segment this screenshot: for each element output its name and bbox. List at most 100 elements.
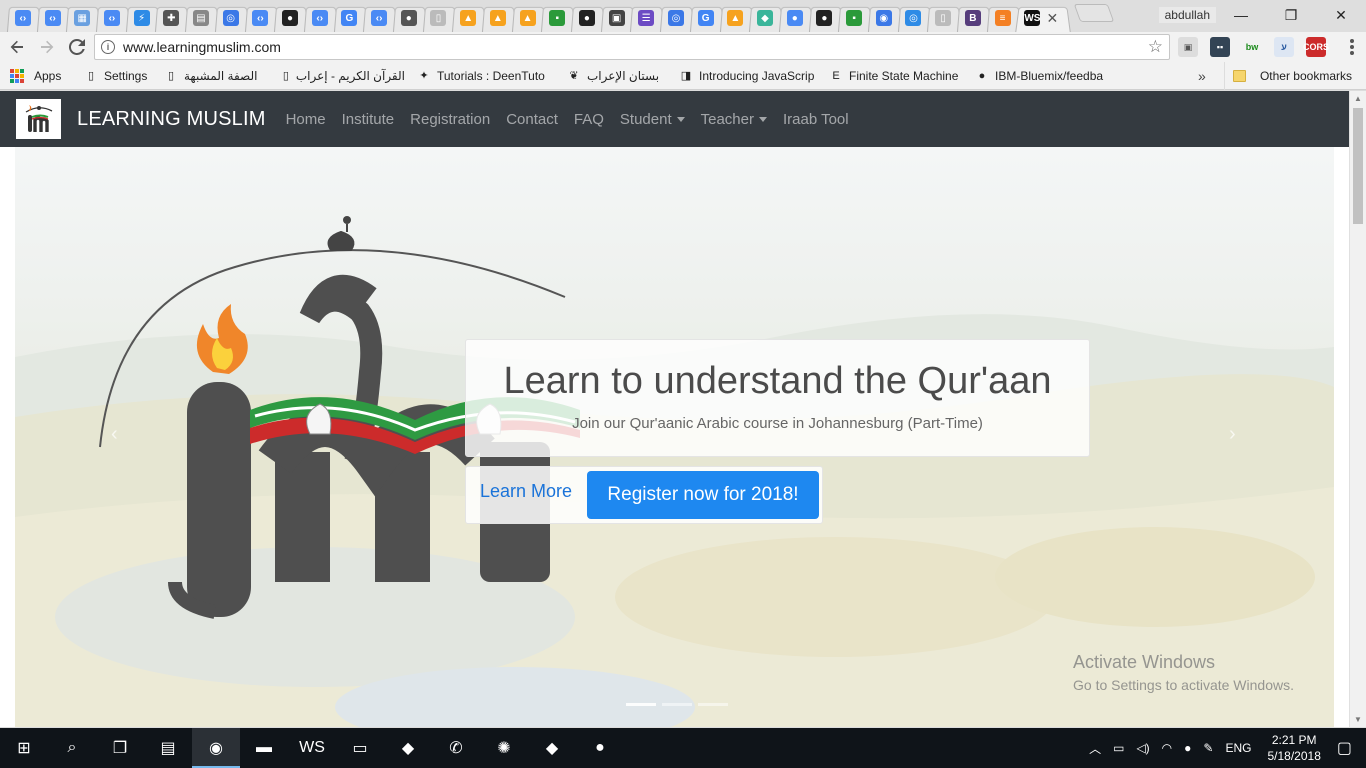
clock[interactable]: 2:21 PM 5/18/2018: [1267, 732, 1320, 764]
bookmark-item[interactable]: ▯ القرآن الكريم - إعراب: [276, 62, 411, 90]
new-tab-button[interactable]: [1074, 4, 1115, 22]
nav-iraab-tool[interactable]: Iraab Tool: [775, 111, 857, 128]
nav-home[interactable]: Home: [278, 111, 334, 128]
bookmarks-overflow-button[interactable]: »: [1198, 68, 1206, 84]
app-tray-icon[interactable]: ●: [1184, 741, 1191, 755]
bookmark-item[interactable]: ▯ الصفة المشبهة: [158, 62, 276, 90]
nav-teacher[interactable]: Teacher: [693, 111, 775, 128]
bookmark-item[interactable]: E Finite State Machine: [823, 62, 969, 90]
browser-tab[interactable]: ▤: [186, 4, 216, 32]
bookmark-item[interactable]: ✦ Tutorials : DeenTuto: [411, 62, 561, 90]
site-info-icon[interactable]: i: [101, 40, 115, 54]
carousel-indicator-2[interactable]: [662, 703, 692, 706]
profile-button[interactable]: abdullah: [1158, 7, 1216, 23]
register-button[interactable]: Register now for 2018!: [587, 471, 819, 519]
extension-icon-1[interactable]: ▣: [1178, 37, 1198, 57]
browser-tab[interactable]: ◎: [216, 4, 246, 32]
browser-tab[interactable]: ‹›: [97, 4, 127, 32]
browser-tab[interactable]: ●: [572, 4, 602, 32]
browser-tab[interactable]: ▦: [67, 4, 97, 32]
site-logo[interactable]: [16, 99, 61, 139]
notifications-icon[interactable]: ▢: [1337, 738, 1352, 758]
browser-tab[interactable]: ‹›: [38, 4, 68, 32]
browser-tab[interactable]: ◆: [750, 4, 780, 32]
control-panel-icon[interactable]: ▤: [144, 728, 192, 768]
browser-tab[interactable]: ▲: [483, 4, 513, 32]
browser-tab[interactable]: ‹›: [364, 4, 394, 32]
bookmark-item[interactable]: ● IBM-Bluemix/feedba: [969, 62, 1111, 90]
close-window-button[interactable]: ✕: [1316, 0, 1366, 30]
page-scrollbar[interactable]: ▲ ▼: [1349, 91, 1366, 727]
bookmark-item[interactable]: ❦ بستان الإعراب: [561, 62, 673, 90]
chrome-icon[interactable]: ◉: [192, 728, 240, 768]
browser-tab[interactable]: ▲: [513, 4, 543, 32]
minimize-button[interactable]: —: [1216, 0, 1266, 30]
start-button[interactable]: ⊞: [0, 728, 48, 768]
pen-icon[interactable]: ✎: [1203, 741, 1213, 755]
bookmark-item[interactable]: Apps: [0, 62, 78, 90]
address-bar[interactable]: i www.learningmuslim.com ☆: [94, 34, 1170, 60]
chrome-menu-icon[interactable]: [1350, 39, 1354, 55]
browser-tab[interactable]: ▪: [542, 4, 572, 32]
bw-extension-icon[interactable]: bw: [1242, 37, 1262, 57]
close-tab-icon[interactable]: ✕: [1044, 10, 1060, 26]
browser-tab[interactable]: ●: [394, 4, 424, 32]
search-icon[interactable]: ⌕: [48, 728, 96, 768]
carousel-prev-button[interactable]: ‹: [111, 423, 118, 446]
browser-tab[interactable]: ✚: [156, 4, 186, 32]
carousel-indicator-1[interactable]: [626, 703, 656, 706]
maximize-button[interactable]: ❐: [1266, 0, 1316, 30]
nav-contact[interactable]: Contact: [498, 111, 566, 128]
browser-tab[interactable]: B: [958, 4, 988, 32]
bookmark-item[interactable]: ◨ Introducing JavaScrip: [673, 62, 823, 90]
git-icon-2[interactable]: ◆: [528, 728, 576, 768]
url-text[interactable]: www.learningmuslim.com: [123, 39, 281, 55]
browser-tab[interactable]: ◎: [661, 4, 691, 32]
browser-tab[interactable]: ▪: [839, 4, 869, 32]
browser-tab[interactable]: ▲: [453, 4, 483, 32]
file-explorer-icon[interactable]: ▬: [240, 728, 288, 768]
bookmark-item[interactable]: ▯ Settings: [78, 62, 158, 90]
learn-more-link[interactable]: Learn More: [480, 481, 572, 502]
webstorm-icon[interactable]: WS: [288, 728, 336, 768]
battery-icon[interactable]: ▭: [1113, 741, 1124, 755]
scrollbar-thumb[interactable]: [1353, 108, 1363, 224]
browser-tab[interactable]: ●: [275, 4, 305, 32]
browser-tab[interactable]: ‹›: [246, 4, 276, 32]
wifi-icon[interactable]: ◠: [1162, 741, 1172, 755]
other-bookmarks[interactable]: Other bookmarks: [1223, 62, 1352, 90]
browser-tab[interactable]: ▲: [721, 4, 751, 32]
extension-icon-2[interactable]: ▪▪: [1210, 37, 1230, 57]
extension-icon-4[interactable]: ע: [1274, 37, 1294, 57]
browser-tab[interactable]: ☰: [631, 4, 661, 32]
browser-tab[interactable]: ◎: [899, 4, 929, 32]
nav-faq[interactable]: FAQ: [566, 111, 612, 128]
nav-student[interactable]: Student: [612, 111, 693, 128]
tray-overflow-icon[interactable]: ︿: [1089, 740, 1101, 757]
browser-tab[interactable]: ▣: [602, 4, 632, 32]
carousel-next-button[interactable]: ›: [1229, 423, 1236, 446]
frog-icon[interactable]: ✺: [480, 728, 528, 768]
site-brand[interactable]: LEARNING MUSLIM: [77, 108, 266, 131]
scroll-down-icon[interactable]: ▼: [1354, 715, 1362, 724]
browser-tab[interactable]: ‹›: [8, 4, 38, 32]
browser-tab[interactable]: ≡: [988, 4, 1018, 32]
browser-tab[interactable]: ●: [780, 4, 810, 32]
carousel-indicator-3[interactable]: [698, 703, 728, 706]
language-indicator[interactable]: ENG: [1225, 741, 1251, 755]
browser-tab[interactable]: ▯: [928, 4, 958, 32]
bookmark-star-icon[interactable]: ☆: [1148, 37, 1163, 57]
browser-tab[interactable]: G: [335, 4, 365, 32]
remote-desktop-icon[interactable]: ▭: [336, 728, 384, 768]
browser-tab[interactable]: ‹›: [305, 4, 335, 32]
browser-tab[interactable]: ◉: [869, 4, 899, 32]
whatsapp-icon[interactable]: ✆: [432, 728, 480, 768]
browser-tab[interactable]: WS ✕: [1017, 4, 1067, 32]
nav-registration[interactable]: Registration: [402, 111, 498, 128]
github-desktop-icon[interactable]: ●: [576, 728, 624, 768]
cors-extension-icon[interactable]: CORS: [1303, 37, 1329, 57]
browser-tab[interactable]: ●: [810, 4, 840, 32]
nav-institute[interactable]: Institute: [334, 111, 403, 128]
git-icon[interactable]: ◆: [384, 728, 432, 768]
back-button[interactable]: [4, 34, 30, 60]
